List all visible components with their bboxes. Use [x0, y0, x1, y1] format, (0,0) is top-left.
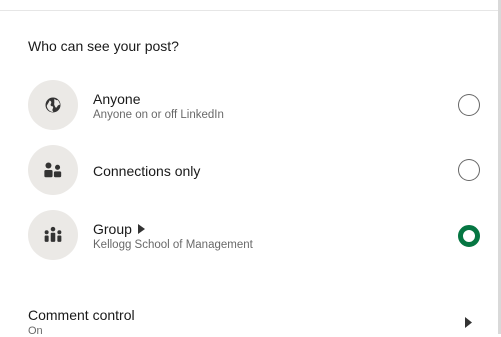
comment-control-row[interactable]: Comment control On — [0, 300, 498, 337]
visibility-option-group[interactable]: Group Kellogg School of Management — [0, 208, 498, 264]
comment-control-value: On — [28, 325, 43, 337]
people-icon — [28, 145, 78, 195]
group-icon — [28, 210, 78, 260]
globe-icon — [28, 80, 78, 130]
radio-connections[interactable] — [458, 159, 480, 181]
option-title: Anyone — [93, 91, 141, 107]
radio-group[interactable] — [458, 225, 480, 247]
option-title: Connections only — [93, 163, 201, 179]
visibility-option-anyone[interactable]: Anyone Anyone on or off LinkedIn — [0, 78, 498, 134]
caret-right-icon[interactable] — [137, 221, 145, 237]
option-subtitle: Kellogg School of Management — [93, 239, 253, 251]
comment-control-label: Comment control — [28, 307, 135, 323]
option-title: Group — [93, 221, 132, 237]
visibility-heading: Who can see your post? — [28, 38, 179, 54]
top-divider — [0, 10, 501, 11]
radio-anyone[interactable] — [458, 94, 480, 116]
option-subtitle: Anyone on or off LinkedIn — [93, 109, 224, 121]
chevron-right-icon — [465, 315, 472, 333]
visibility-option-connections[interactable]: Connections only — [0, 143, 498, 199]
